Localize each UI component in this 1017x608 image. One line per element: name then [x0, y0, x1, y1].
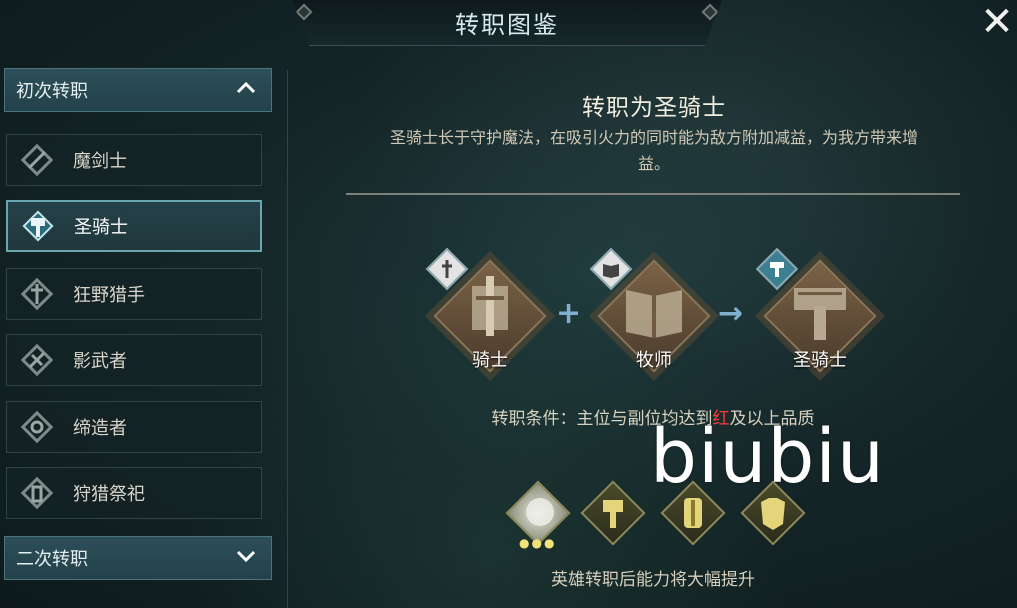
sword-badge-icon [442, 260, 452, 278]
reward-shield[interactable] [660, 480, 726, 546]
node-label: 圣骑士 [793, 350, 847, 371]
section-second-job[interactable]: 二次转职 [4, 536, 272, 580]
chevron-down-icon [235, 545, 257, 573]
sidebar-item-wild-hunter[interactable]: 狂野猎手 [6, 268, 262, 320]
magic-sword-icon [17, 140, 57, 180]
priest-icon [626, 290, 682, 338]
sidebar-item-label: 狂野猎手 [73, 285, 145, 306]
sidebar-item-magic-sword[interactable]: 魔剑士 [6, 134, 262, 186]
sidebar-item-label: 圣骑士 [74, 217, 128, 238]
reward-caption: 英雄转职后能力将大幅提升 [551, 570, 755, 590]
section-second-job-label: 二次转职 [16, 549, 88, 570]
sidebar-item-label: 缔造者 [73, 418, 127, 439]
sidebar-item-shadow-warrior[interactable]: 影武者 [6, 334, 262, 386]
job-title: 转职为圣骑士 [582, 95, 726, 121]
hero-orb-icon [526, 498, 554, 526]
sidebar-item-label: 影武者 [73, 351, 127, 372]
creator-icon [17, 407, 57, 447]
sidebar-item-hunt-priest[interactable]: 狩猎祭祀 [6, 467, 262, 519]
chevron-up-icon [235, 77, 257, 105]
job-description: 圣骑士长于守护魔法，在吸引火力的同时能为敌方附加减益，为我方带来增益。 [389, 128, 918, 173]
knight-icon [472, 276, 508, 336]
armor-skill-icon [761, 498, 785, 530]
hammer-badge-icon [770, 262, 784, 277]
shield-skill-icon [684, 498, 702, 528]
section-first-job-label: 初次转职 [16, 81, 88, 102]
close-button[interactable]: ✕ [979, 2, 1015, 42]
hammer-skill-icon [603, 500, 623, 528]
paladin-node[interactable]: 圣骑士 [750, 246, 890, 386]
book-badge-icon [603, 264, 619, 278]
priest-node[interactable]: 牧师 [584, 246, 724, 386]
shadow-warrior-icon [17, 340, 57, 380]
plus-icon: + [556, 296, 582, 331]
sidebar-item-label: 狩猎祭祀 [73, 484, 145, 505]
page-header: 转职图鉴 [292, 0, 722, 46]
node-label: 骑士 [472, 350, 508, 371]
arrow-right-icon: → [718, 296, 744, 331]
sidebar-item-label: 魔剑士 [73, 151, 127, 172]
sidebar-item-creator[interactable]: 缔造者 [6, 401, 262, 453]
paladin-icon [794, 288, 846, 340]
sidebar-item-paladin[interactable]: 圣骑士 [6, 200, 262, 252]
header-gem-left-icon [295, 3, 313, 21]
knight-node[interactable]: 骑士 [420, 246, 560, 386]
reward-dots-icon: ●●● [519, 536, 557, 550]
reward-hero-orb[interactable]: ●●● [505, 480, 571, 550]
section-first-job[interactable]: 初次转职 [4, 68, 272, 112]
sidebar-divider [287, 70, 288, 608]
paladin-hammer-icon [18, 206, 58, 246]
reward-armor[interactable] [740, 480, 806, 546]
divider [346, 193, 960, 195]
hunt-priest-icon [17, 473, 57, 513]
page-title: 转职图鉴 [455, 11, 559, 39]
wild-hunter-icon [17, 274, 57, 314]
reward-hammer[interactable] [580, 480, 646, 546]
header-gem-right-icon [701, 3, 719, 21]
node-label: 牧师 [636, 350, 672, 371]
